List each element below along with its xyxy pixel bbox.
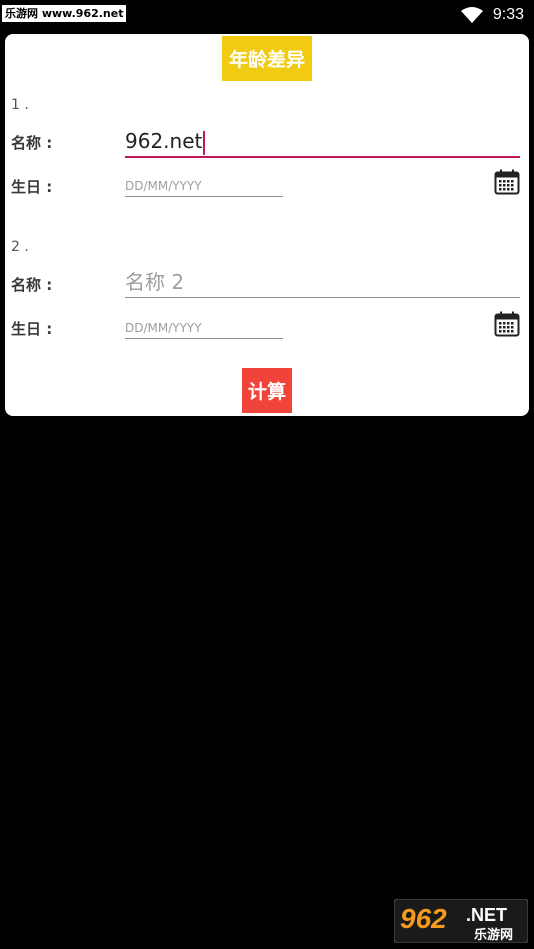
site-logo-watermark: 962 .NET 乐游网: [394, 899, 528, 943]
entry-2-name-input[interactable]: 名称 2: [125, 267, 520, 298]
wifi-icon: [460, 7, 483, 23]
entry-2-number: 2 .: [11, 239, 29, 255]
status-bar: 乐游网 www.962.net 9:33: [0, 0, 534, 30]
entry-2-name-placeholder: 名称 2: [125, 270, 185, 294]
entry-1-number: 1 .: [11, 97, 29, 113]
entry-1-name-input[interactable]: 962.net: [125, 126, 520, 158]
logo-sub: 乐游网: [474, 927, 513, 943]
entry-1-birthday-label: 生日 :: [11, 178, 53, 196]
logo-brand: 962: [400, 903, 447, 934]
entry-1-name-label: 名称 :: [11, 134, 53, 152]
logo-suffix: .NET: [466, 905, 507, 925]
entry-1-calendar-icon[interactable]: [494, 169, 520, 195]
app-title: 年龄差异: [222, 36, 312, 81]
entry-2-calendar-icon[interactable]: [494, 311, 520, 337]
calculate-button[interactable]: 计算: [242, 368, 292, 413]
entry-1-birthday-input[interactable]: DD/MM/YYYY: [125, 174, 283, 197]
entry-1-name-value: 962.net: [125, 129, 203, 153]
status-icons: 9:33: [460, 4, 524, 26]
watermark-text: 乐游网 www.962.net: [2, 5, 127, 22]
entry-2-birthday-label: 生日 :: [11, 320, 53, 338]
status-time: 9:33: [492, 6, 524, 23]
text-caret: [203, 130, 206, 155]
entry-2-birthday-input[interactable]: DD/MM/YYYY: [125, 316, 283, 339]
entry-2-name-label: 名称 :: [11, 276, 53, 294]
age-difference-card: 年龄差异 1 . 名称 : 962.net 生日 : DD/MM/YYYY 2 …: [5, 34, 529, 416]
